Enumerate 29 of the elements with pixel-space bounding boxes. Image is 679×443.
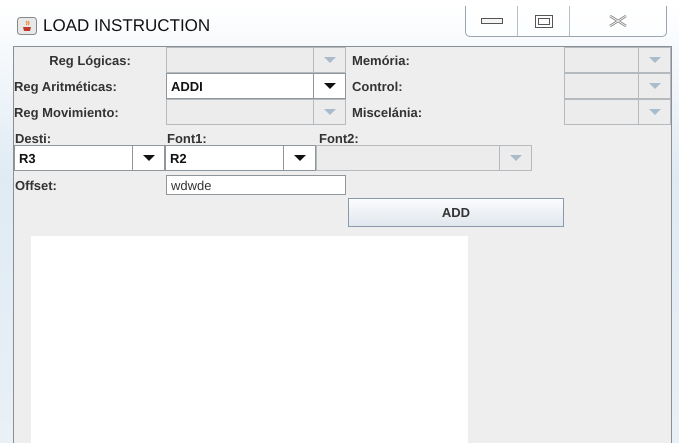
- dropdown-arrow-icon: [648, 83, 660, 89]
- field-label: Desti:: [14, 130, 52, 146]
- close-icon: [609, 15, 627, 27]
- java-cup-icon: [17, 17, 37, 35]
- dropdown-arrow-icon: [648, 57, 660, 63]
- field-label: Miscelánia:: [351, 104, 424, 120]
- dropdown[interactable]: R3: [14, 145, 165, 171]
- offset-field[interactable]: wdwde: [166, 175, 346, 195]
- field-label: Font1:: [166, 130, 208, 146]
- add-button[interactable]: ADD: [348, 198, 564, 227]
- field-label: Reg Aritméticas:: [14, 78, 118, 94]
- dropdown-arrow-icon: [510, 155, 522, 161]
- dropdown[interactable]: R2: [165, 145, 316, 171]
- maximize-icon: [534, 14, 552, 28]
- field-label: Memória:: [351, 52, 411, 68]
- window-title: LOAD INSTRUCTION: [43, 16, 210, 36]
- field-label: Offset:: [14, 178, 58, 192]
- field-label: Control:: [351, 78, 404, 94]
- dropdown-arrow-icon: [648, 109, 660, 115]
- minimize-icon: [480, 18, 502, 24]
- dropdown[interactable]: ADDI: [166, 73, 346, 99]
- dropdown-arrow-icon: [142, 155, 154, 161]
- dropdown-arrow-icon: [324, 57, 336, 63]
- dropdown-arrow-icon: [324, 83, 336, 89]
- dropdown-arrow-icon: [294, 155, 306, 161]
- field-label: Reg Lógicas:: [48, 52, 132, 68]
- field-label: Font2:: [318, 130, 360, 146]
- dropdown-arrow-icon: [324, 109, 336, 115]
- field-label: Reg Movimiento:: [14, 104, 120, 120]
